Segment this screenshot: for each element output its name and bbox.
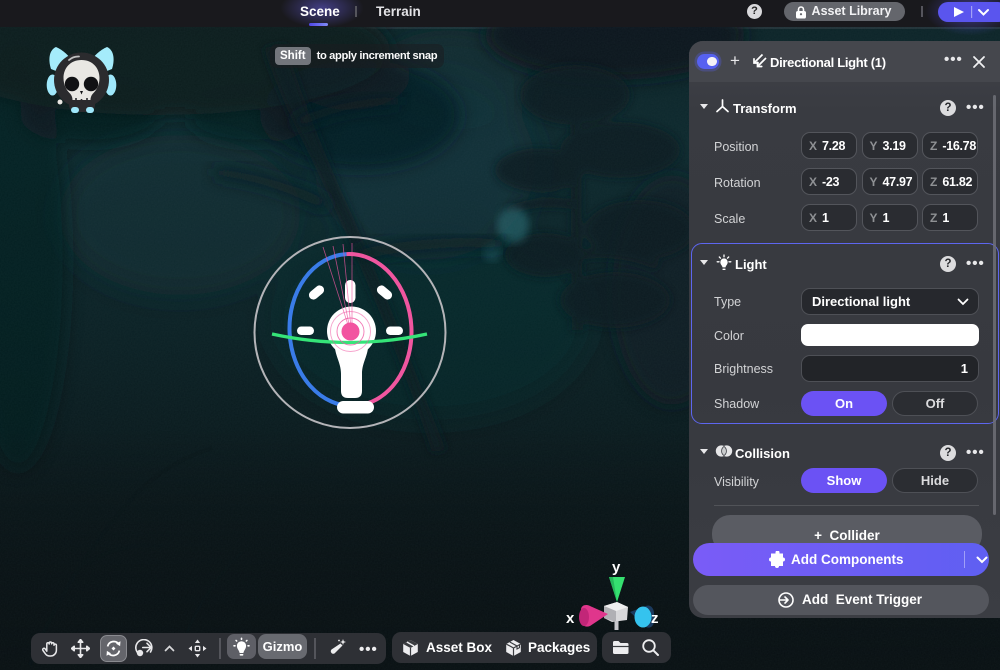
svg-text:y: y — [612, 559, 621, 576]
svg-text:z: z — [651, 610, 659, 627]
svg-text:x: x — [566, 610, 575, 627]
